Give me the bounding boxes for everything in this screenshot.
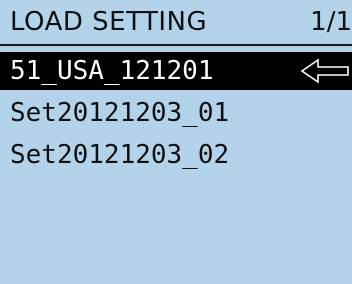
- screen-title: LOAD SETTING: [10, 7, 208, 37]
- list-item-label: 51_USA_121201: [10, 56, 214, 86]
- list-item-selected[interactable]: 51_USA_121201: [0, 52, 352, 90]
- left-arrow-icon: [300, 58, 349, 84]
- load-setting-screen: LOAD SETTING 1/1 51_USA_121201 Set201212…: [0, 0, 352, 284]
- list-item-label: Set20121203_02: [10, 140, 230, 170]
- list-item[interactable]: Set20121203_01: [0, 94, 352, 132]
- list-item[interactable]: Set20121203_02: [0, 136, 352, 174]
- header-divider: [0, 44, 352, 46]
- list-item-label: Set20121203_01: [10, 98, 230, 128]
- settings-file-list: 51_USA_121201 Set20121203_01 Set20121203…: [0, 52, 352, 178]
- header: LOAD SETTING 1/1: [0, 0, 352, 46]
- page-indicator: 1/1: [310, 7, 352, 37]
